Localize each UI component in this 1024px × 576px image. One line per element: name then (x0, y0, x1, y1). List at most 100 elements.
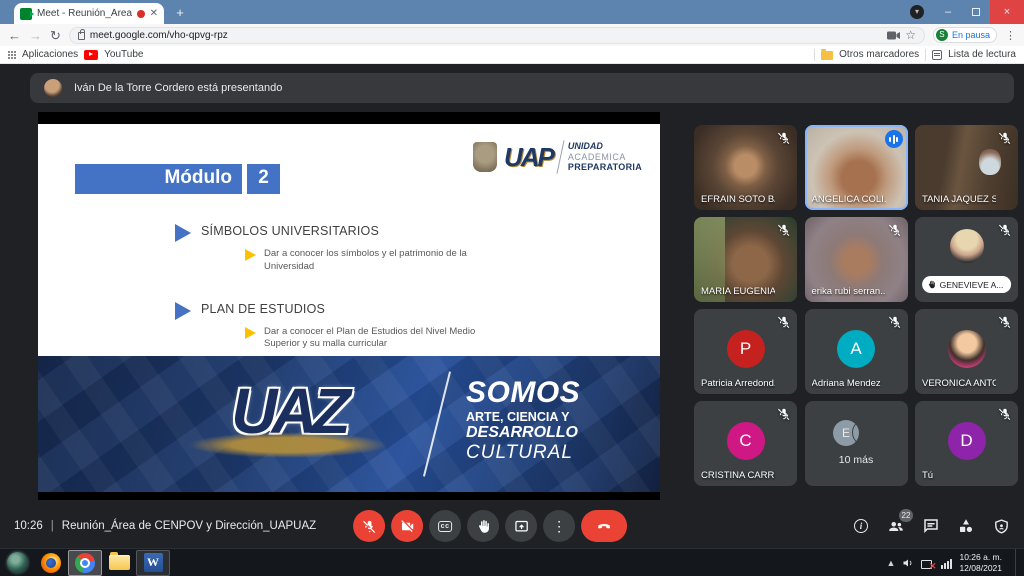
mic-muted-icon (998, 223, 1012, 237)
overflow-count-label: 10 más (805, 454, 908, 466)
close-button[interactable]: × (990, 0, 1024, 24)
participant-tile[interactable]: EFRAIN SOTO BA... (694, 125, 797, 210)
reload-button[interactable]: ↻ (50, 29, 61, 42)
divider (925, 49, 926, 61)
show-desktop-button[interactable] (1015, 549, 1020, 576)
other-bookmarks-folder-icon[interactable] (821, 51, 833, 60)
university-crest-icon (473, 142, 497, 172)
maximize-button[interactable] (962, 0, 990, 24)
apps-grid-icon[interactable] (8, 51, 16, 59)
participants-button[interactable]: 22 (887, 517, 905, 535)
audio-speaking-icon (885, 130, 903, 148)
url-text[interactable]: meet.google.com/vho-qpvg-rpz (90, 30, 882, 41)
bookmark-star-icon[interactable]: ☆ (905, 28, 916, 42)
slide-bullets: SÍMBOLOS UNIVERSITARIOS Dar a conocer lo… (175, 224, 494, 351)
more-options-button[interactable]: ⋮ (543, 510, 575, 542)
chat-button[interactable] (922, 517, 940, 535)
bookmark-youtube[interactable]: YouTube (104, 49, 143, 60)
tray-expand-icon[interactable]: ▲ (887, 558, 896, 568)
volume-icon[interactable] (902, 557, 914, 569)
participants-count-badge: 22 (899, 509, 913, 522)
meeting-details-button[interactable]: i (852, 517, 870, 535)
bullet-arrow-icon (175, 224, 191, 242)
tab-title: Meet - Reunión_Área de CE (37, 8, 132, 19)
meet-favicon-icon (20, 8, 32, 20)
youtube-icon[interactable] (84, 50, 98, 60)
participant-initial-avatar: P (727, 329, 765, 367)
tab-close-icon[interactable]: ✕ (150, 9, 158, 19)
tray-clock[interactable]: 10:26 a. m. 12/08/2021 (959, 552, 1008, 573)
profile-avatar: S (936, 29, 948, 41)
overflow-avatars: E (833, 419, 879, 447)
address-bar[interactable]: meet.google.com/vho-qpvg-rpz ☆ (69, 27, 925, 44)
mic-muted-icon (998, 131, 1012, 145)
taskbar-firefox-button[interactable] (34, 550, 68, 576)
bookmark-aplicaciones[interactable]: Aplicaciones (22, 49, 78, 60)
reading-list-icon[interactable] (932, 50, 942, 60)
taskbar-chrome-button[interactable] (68, 550, 102, 576)
taskbar-explorer-button[interactable] (102, 550, 136, 576)
org-name: UNIDAD ACADEMICA PREPARATORIA (568, 141, 642, 172)
present-screen-button[interactable] (505, 510, 537, 542)
bullet-title: PLAN DE ESTUDIOS (201, 302, 325, 316)
minimize-button[interactable]: – (934, 0, 962, 24)
raise-hand-button[interactable] (467, 510, 499, 542)
browser-menu-icon[interactable]: ⋮ (1005, 29, 1016, 42)
meet-bottom-bar: 10:26 | Reunión_Área de CENPOV y Direcci… (0, 504, 1024, 548)
reading-list-label[interactable]: Lista de lectura (948, 49, 1016, 60)
participant-tile[interactable]: erika rubi serran... (805, 217, 908, 302)
mic-muted-icon (777, 131, 791, 145)
shared-screen-stage[interactable]: Módulo 2 UAP UNIDAD ACADEMICA PREPARATOR… (38, 112, 660, 500)
host-controls-button[interactable] (992, 517, 1010, 535)
back-button[interactable]: ← (8, 29, 21, 42)
participant-tile[interactable]: VERONICA ANTO... (915, 309, 1018, 394)
leave-call-button[interactable] (581, 510, 627, 542)
slide-footer-banner: UAZ SOMOS ARTE, CIENCIA Y DESARROLLO CUL… (38, 356, 660, 492)
meeting-clock: 10:26 (14, 520, 43, 532)
participant-tile[interactable]: MARIA EUGENIA ... (694, 217, 797, 302)
participant-tile-hand-raised[interactable]: GENEVIEVE A... (915, 217, 1018, 302)
sync-paused-label: En pausa (952, 30, 990, 40)
signal-strength-icon[interactable] (941, 558, 952, 569)
mic-muted-icon (998, 315, 1012, 329)
participant-photo-avatar (950, 229, 984, 263)
participant-tile[interactable]: A Adriana Mendez (805, 309, 908, 394)
other-bookmarks-label[interactable]: Otros marcadores (839, 49, 919, 60)
participant-tile[interactable]: TANIA JAQUEZ S... (915, 125, 1018, 210)
raised-hand-icon (927, 279, 936, 290)
mic-muted-icon (777, 223, 791, 237)
footer-slogan: SOMOS ARTE, CIENCIA Y DESARROLLO CULTURA… (466, 378, 580, 462)
uaz-logo: UAZ (158, 374, 418, 448)
sub-bullet-arrow-icon (245, 249, 256, 261)
module-number: 2 (247, 164, 280, 194)
presenting-banner: Iván De la Torre Cordero está presentand… (30, 73, 1014, 103)
bullet-description: Dar a conocer los símbolos y el patrimon… (264, 248, 494, 274)
browser-tab[interactable]: Meet - Reunión_Área de CE ✕ (14, 3, 164, 24)
profile-sync-chip[interactable]: S En pausa (933, 27, 997, 43)
camera-in-use-icon[interactable] (887, 31, 900, 40)
sub-bullet-arrow-icon (245, 327, 256, 339)
divider (814, 49, 815, 61)
mic-toggle-button[interactable] (353, 510, 385, 542)
start-button[interactable] (0, 550, 34, 576)
call-controls: cc ⋮ (353, 510, 627, 542)
participant-tile[interactable]: P Patricia Arredond... (694, 309, 797, 394)
overflow-participants-tile[interactable]: E 10 más (805, 401, 908, 486)
participant-tile[interactable]: C CRISTINA CARRIL... (694, 401, 797, 486)
mic-muted-icon (888, 315, 902, 329)
participant-initial-avatar: A (837, 329, 875, 367)
camera-toggle-button[interactable] (391, 510, 423, 542)
taskbar-word-button[interactable]: W (136, 550, 170, 576)
browser-theme-icon[interactable]: ▾ (910, 5, 924, 19)
participants-grid: EFRAIN SOTO BA... ANGELICA COLI... TANIA… (694, 125, 1018, 486)
activities-button[interactable] (957, 517, 975, 535)
participant-tile-speaking[interactable]: ANGELICA COLI... (805, 125, 908, 210)
network-disconnected-icon[interactable]: ✕ (921, 558, 934, 569)
divider (556, 140, 564, 173)
self-tile[interactable]: D Tú (915, 401, 1018, 486)
meet-right-controls: i 22 (852, 517, 1010, 535)
divider (423, 371, 451, 476)
captions-button[interactable]: cc (429, 510, 461, 542)
presenting-text: Iván De la Torre Cordero está presentand… (74, 82, 282, 94)
new-tab-button[interactable]: + (172, 5, 188, 21)
